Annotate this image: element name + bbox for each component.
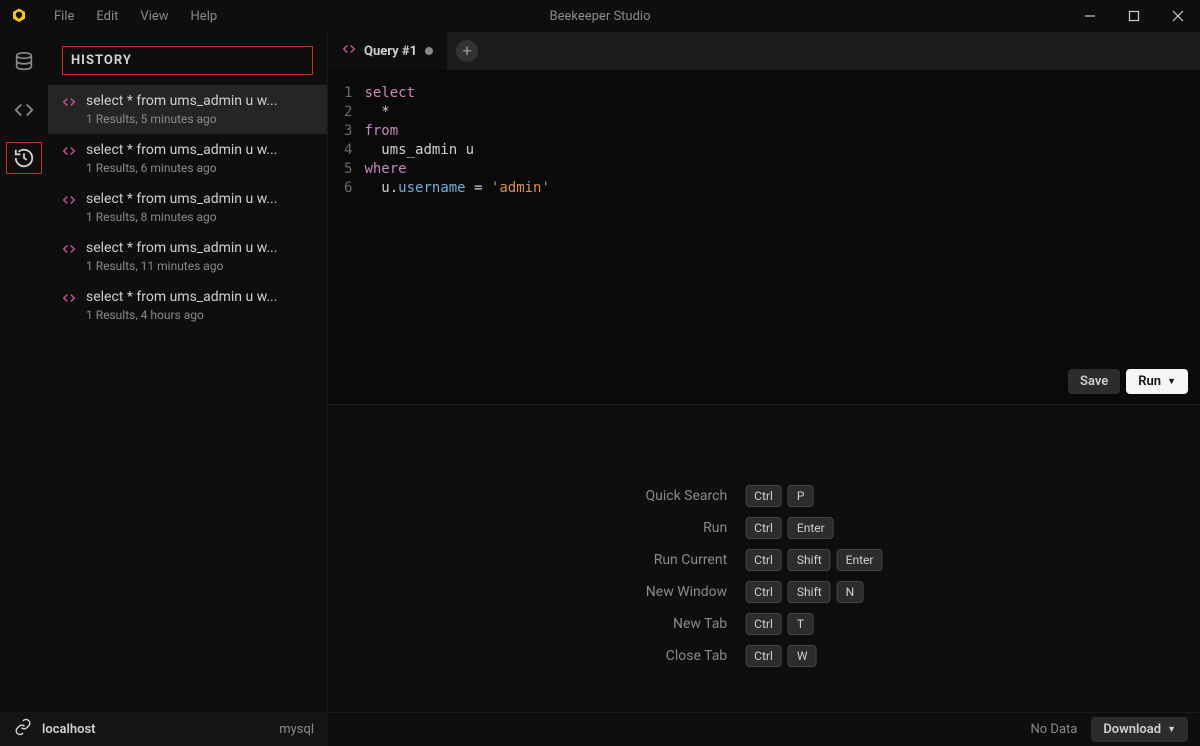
kbd-key: Enter (788, 517, 834, 539)
shortcut-keys: Ctrl Enter (745, 517, 882, 539)
history-item[interactable]: select * from ums_admin u w... 1 Results,… (48, 281, 327, 330)
menu-edit[interactable]: Edit (86, 5, 128, 28)
sidebar-history: HISTORY select * from ums_admin u w... 1 … (48, 32, 328, 746)
kbd-key: Ctrl (745, 581, 782, 603)
history-query-text: select * from ums_admin u w... (86, 289, 313, 305)
history-query-text: select * from ums_admin u w... (86, 142, 313, 158)
history-meta-text: 1 Results, 5 minutes ago (86, 112, 313, 126)
history-item[interactable]: select * from ums_admin u w... 1 Results,… (48, 134, 327, 183)
kbd-key: Enter (837, 549, 883, 571)
plus-icon: + (456, 40, 478, 62)
status-bar-results: No Data Download▼ (328, 712, 1200, 746)
shortcut-keys: Ctrl Shift Enter (745, 549, 882, 571)
kbd-key: N (837, 581, 864, 603)
shortcut-keys: Ctrl T (745, 613, 882, 635)
app-title: Beekeeper Studio (549, 9, 650, 24)
kbd-key: Ctrl (745, 517, 782, 539)
connection-db-type: mysql (279, 722, 314, 737)
shortcut-label: Run (646, 520, 728, 536)
tab-add-button[interactable]: + (448, 32, 486, 70)
tab-dirty-indicator (425, 47, 433, 55)
status-bar-connection: localhost mysql (0, 712, 328, 746)
history-query-text: select * from ums_admin u w... (86, 93, 313, 109)
shortcut-label: New Window (646, 584, 728, 600)
database-icon[interactable] (6, 46, 42, 78)
kbd-key: T (788, 613, 813, 635)
menu-bar: File Edit View Help (44, 5, 227, 28)
code-icon[interactable] (6, 94, 42, 126)
history-item[interactable]: select * from ums_admin u w... 1 Results,… (48, 232, 327, 281)
history-meta-text: 1 Results, 11 minutes ago (86, 259, 313, 273)
code-icon (62, 144, 78, 175)
history-query-text: select * from ums_admin u w... (86, 191, 313, 207)
history-item[interactable]: select * from ums_admin u w... 1 Results,… (48, 85, 327, 134)
menu-help[interactable]: Help (181, 5, 228, 28)
query-editor[interactable]: 123456 select *from ums_admin uwhere u.u… (328, 70, 1200, 405)
shortcut-keys: Ctrl P (745, 485, 882, 507)
tab-query-1[interactable]: Query #1 (328, 32, 448, 70)
sidebar-header: HISTORY (62, 46, 313, 75)
results-panel: Quick Search Ctrl P Run Ctrl Enter Run Current… (328, 405, 1200, 746)
kbd-key: Shift (788, 549, 831, 571)
history-item[interactable]: select * from ums_admin u w... 1 Results,… (48, 183, 327, 232)
kbd-key: W (788, 645, 817, 667)
shortcut-keys: Ctrl W (745, 645, 882, 667)
window-minimize-button[interactable] (1068, 0, 1112, 32)
history-meta-text: 1 Results, 4 hours ago (86, 308, 313, 322)
shortcut-keys: Ctrl Shift N (745, 581, 882, 603)
save-button[interactable]: Save (1068, 369, 1120, 394)
menu-file[interactable]: File (44, 5, 84, 28)
shortcut-label: Quick Search (646, 488, 728, 504)
history-query-text: select * from ums_admin u w... (86, 240, 313, 256)
shortcut-label: Close Tab (646, 648, 728, 664)
window-maximize-button[interactable] (1112, 0, 1156, 32)
link-icon (14, 718, 32, 740)
run-button[interactable]: Run▼ (1126, 369, 1188, 394)
tab-bar: Query #1 + (328, 32, 1200, 70)
kbd-key: Shift (788, 581, 831, 603)
menu-view[interactable]: View (130, 5, 178, 28)
content-area: Query #1 + 123456 select *from ums_admin… (328, 32, 1200, 746)
code-icon (62, 291, 78, 322)
kbd-key: Ctrl (745, 485, 782, 507)
history-icon[interactable] (6, 142, 42, 174)
kbd-key: Ctrl (745, 645, 782, 667)
window-close-button[interactable] (1156, 0, 1200, 32)
chevron-down-icon: ▼ (1167, 724, 1176, 735)
results-status: No Data (1031, 722, 1078, 737)
kbd-key: Ctrl (745, 613, 782, 635)
history-meta-text: 1 Results, 8 minutes ago (86, 210, 313, 224)
titlebar: File Edit View Help Beekeeper Studio (0, 0, 1200, 32)
code-icon (62, 193, 78, 224)
app-logo-icon (10, 7, 28, 25)
kbd-key: Ctrl (745, 549, 782, 571)
code-icon (62, 95, 78, 126)
chevron-down-icon: ▼ (1167, 376, 1176, 387)
code-icon (342, 42, 356, 60)
download-button[interactable]: Download▼ (1091, 717, 1188, 742)
tab-label: Query #1 (364, 44, 417, 59)
history-meta-text: 1 Results, 6 minutes ago (86, 161, 313, 175)
activity-bar (0, 32, 48, 746)
window-controls (1068, 0, 1200, 32)
kbd-key: P (788, 485, 814, 507)
code-icon (62, 242, 78, 273)
shortcut-label: New Tab (646, 616, 728, 632)
connection-host: localhost (42, 722, 96, 737)
shortcut-label: Run Current (646, 552, 728, 568)
